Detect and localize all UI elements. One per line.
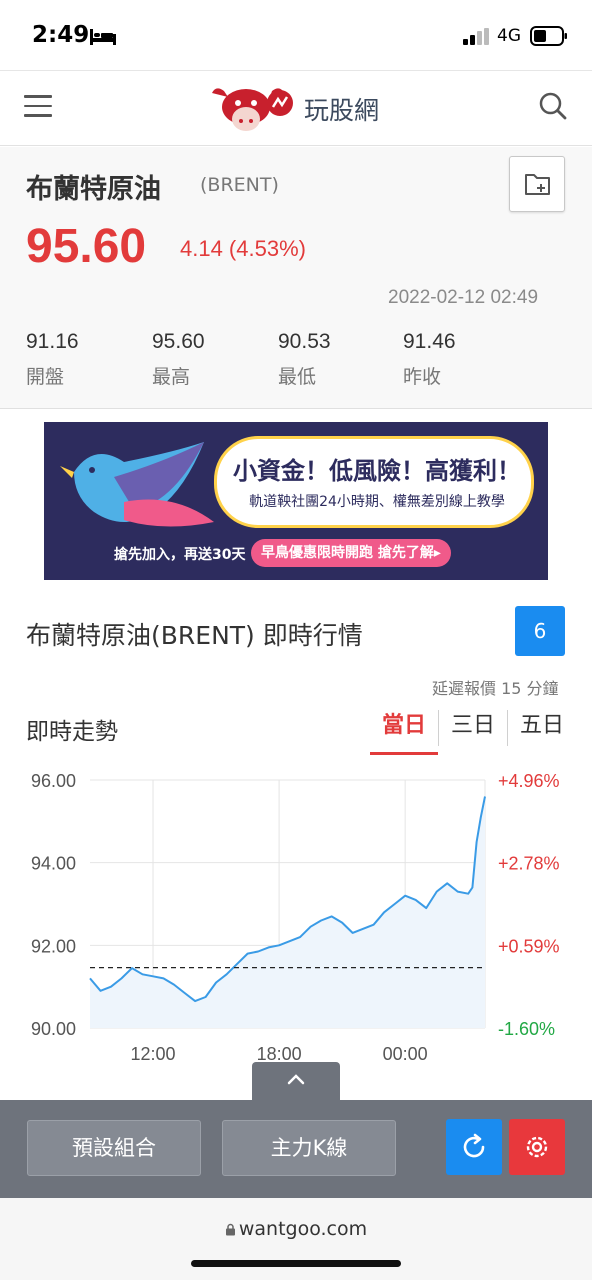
signal-icon	[463, 28, 489, 45]
bird-illustration-icon	[60, 442, 214, 527]
range-tabs: 當日 三日 五日	[370, 710, 576, 756]
battery-icon	[530, 26, 567, 46]
bottom-toolbar: 預設組合 主力K線	[0, 1100, 592, 1198]
network-label: 4G	[497, 26, 521, 46]
stat-low-label: 最低	[278, 366, 317, 388]
count-badge[interactable]: 6	[515, 606, 565, 656]
kline-button[interactable]: 主力K線	[222, 1120, 396, 1176]
url-display: wantgoo.com	[0, 1218, 592, 1240]
ad-banner[interactable]: 小資金！低風險！高獲利！ 軌道鞅社團24小時期、權無差別線上教學 搶先加入，再送…	[44, 422, 548, 580]
ad-cta-button[interactable]: 早鳥優惠限時開跑 搶先了解▸	[251, 539, 451, 567]
y-tick-label: 94.00	[31, 854, 76, 874]
quote-code: (BRENT)	[200, 174, 279, 196]
status-time: 2:49	[32, 22, 90, 48]
stat-low-value: 90.53	[278, 330, 331, 353]
bull-logo-icon	[212, 88, 293, 131]
preset-combo-button[interactable]: 預設組合	[27, 1120, 201, 1176]
pct-tick-label: +4.96%	[498, 771, 560, 791]
stat-high: 95.60 最高	[152, 330, 262, 389]
quote-panel: 布蘭特原油 (BRENT) 95.60 4.14 (4.53%) 2022-02…	[0, 147, 592, 409]
price-area	[90, 796, 485, 1028]
tab-today[interactable]: 當日	[370, 710, 439, 755]
pct-tick-label: -1.60%	[498, 1019, 555, 1039]
search-icon[interactable]	[538, 91, 568, 121]
url-text: wantgoo.com	[238, 1218, 368, 1240]
gear-icon	[526, 1136, 548, 1158]
lock-icon	[225, 1223, 235, 1236]
x-tick-label: 12:00	[131, 1044, 176, 1064]
tab-three-day[interactable]: 三日	[438, 710, 507, 746]
pct-tick-label: +2.78%	[498, 854, 560, 874]
tab-five-day[interactable]: 五日	[507, 710, 576, 746]
stat-low: 90.53 最低	[278, 330, 388, 389]
quote-name: 布蘭特原油	[26, 174, 161, 205]
stat-open-value: 91.16	[26, 330, 79, 353]
stat-prev-close: 91.46 昨收	[403, 330, 513, 389]
x-tick-label: 00:00	[383, 1044, 428, 1064]
stat-high-label: 最高	[152, 366, 191, 388]
ad-promo-text: 搶先加入，再送30天	[114, 547, 246, 563]
stat-open: 91.16 開盤	[26, 330, 136, 389]
x-tick-label: 18:00	[257, 1044, 302, 1064]
current-price: 95.60	[26, 220, 147, 273]
hamburger-menu-icon[interactable]	[24, 95, 52, 117]
expand-toolbar-button[interactable]	[252, 1062, 340, 1102]
trend-title: 即時走勢	[26, 719, 118, 745]
realtime-title: 布蘭特原油(BRENT) 即時行情	[26, 621, 363, 650]
price-change: 4.14 (4.53%)	[180, 236, 306, 261]
refresh-button[interactable]	[446, 1119, 502, 1175]
ad-bubble: 小資金！低風險！高獲利！ 軌道鞅社團24小時期、權無差別線上教學	[214, 436, 534, 528]
y-tick-label: 96.00	[31, 771, 76, 791]
bed-icon	[90, 29, 116, 45]
settings-button[interactable]	[509, 1119, 565, 1175]
quote-timestamp: 2022-02-12 02:49	[388, 287, 539, 308]
intraday-chart: 96.00 +4.96% 94.00 +2.78% 92.00 +0.59% 90.00 -1…	[31, 771, 560, 1064]
delay-note: 延遲報價 15 分鐘	[432, 679, 559, 698]
chevron-up-icon	[287, 1074, 305, 1085]
y-tick-label: 90.00	[31, 1019, 76, 1039]
home-indicator	[191, 1260, 401, 1267]
ad-subline: 軌道鞅社團24小時期、權無差別線上教學	[249, 494, 505, 510]
app-header: 玩股網	[0, 70, 592, 146]
stat-open-label: 開盤	[26, 366, 65, 388]
folder-plus-icon	[525, 174, 550, 195]
status-bar: 2:49 4G	[0, 0, 592, 70]
refresh-icon	[463, 1133, 485, 1158]
stat-prev-close-label: 昨收	[403, 366, 442, 388]
browser-url-bar[interactable]: wantgoo.com	[0, 1198, 592, 1280]
stat-high-value: 95.60	[152, 330, 205, 353]
site-logo[interactable]: 玩股網	[208, 83, 379, 135]
site-name: 玩股網	[304, 96, 380, 125]
add-to-watchlist-button[interactable]	[509, 156, 565, 212]
pct-tick-label: +0.59%	[498, 936, 560, 956]
stat-prev-close-value: 91.46	[403, 330, 456, 353]
y-tick-label: 92.00	[31, 936, 76, 956]
ad-headline: 小資金！低風險！高獲利！	[233, 457, 521, 485]
